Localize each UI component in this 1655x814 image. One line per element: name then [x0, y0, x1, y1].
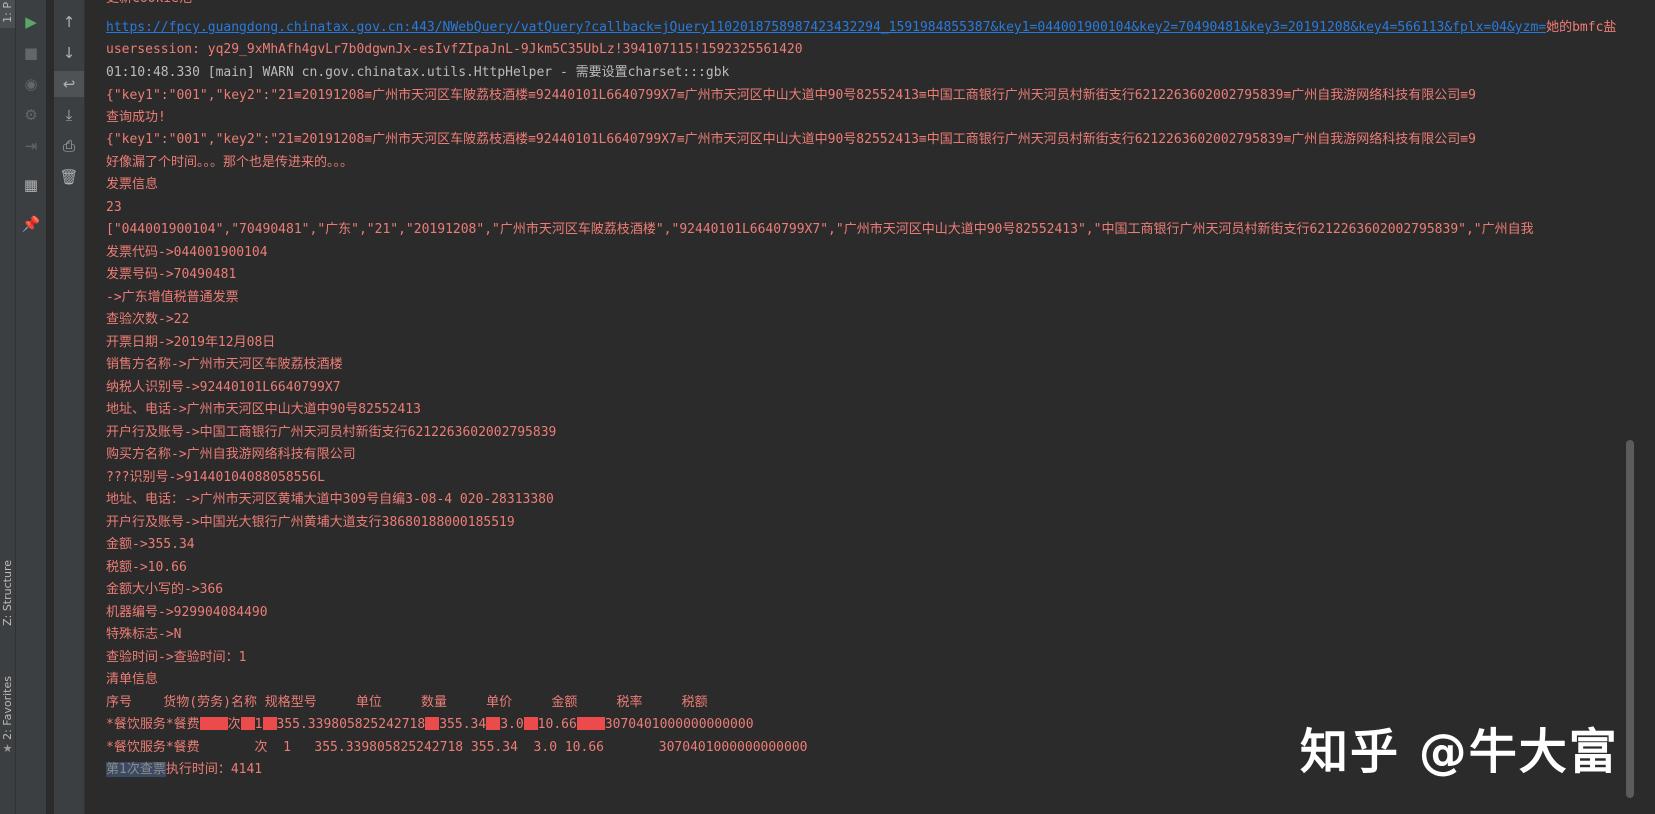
vertical-scrollbar[interactable] — [1623, 0, 1637, 814]
url-text[interactable]: https://fpcy.guangdong.chinatax.gov.cn:4… — [106, 20, 1546, 35]
project-tab-label: 1: P — [1, 2, 14, 23]
soft-wrap-icon[interactable]: ↩ — [54, 71, 84, 97]
item-unit-price: 355.339805825242718 — [276, 717, 426, 732]
exec-time-text: 执行时间：4141 — [165, 762, 263, 777]
console-line: 发票代码->044001900104 — [106, 245, 268, 260]
console-line: ->广东增值税普通发票 — [106, 290, 239, 305]
console-line: 清单信息 — [106, 672, 159, 687]
down-arrow-icon[interactable]: ↓ — [54, 40, 84, 66]
separator-mark — [523, 717, 538, 730]
item-quantity: 1 — [254, 717, 263, 732]
stop-button[interactable]: ■ — [16, 40, 46, 66]
console-line: {"key1":"001","key2":"21≡20191208≡广州市天河区… — [106, 132, 1476, 147]
item-amount: 355.34 — [439, 717, 487, 732]
scrollbar-thumb[interactable] — [1626, 440, 1634, 798]
console-line: 销售方名称->广州市天河区车陂荔枝酒楼 — [106, 357, 343, 372]
separator-mark — [240, 717, 255, 730]
separator-mark — [199, 717, 214, 730]
separator-mark — [486, 717, 501, 730]
console-line-separated: *餐饮服务*餐费 次 1 355.339805825242718 355.34 3.0 10… — [106, 714, 754, 736]
console-line-warn: 01:10:48.330 [main] WARN cn.gov.chinatax… — [106, 65, 730, 80]
run-toolbar: ▶ ■ ◉ ⚙ ⇥ ▦ 📌 — [16, 0, 46, 814]
separator-mark — [576, 717, 591, 730]
separator-mark — [262, 717, 277, 730]
console-line: 地址、电话：->广州市天河区黄埔大道中309号自编3-08-4 020-2831… — [106, 492, 554, 507]
console-line: 金额大小写的->366 — [106, 582, 224, 597]
console-line: ["044001900104","70490481","广东","21","20… — [106, 222, 1534, 237]
console-line: 查询成功! — [106, 110, 166, 125]
console-table-header: 序号 货物(劳务)名称 规格型号 单位 数量 单价 金额 税率 税额 — [106, 695, 708, 710]
console-line: {"key1":"001","key2":"21≡20191208≡广州市天河区… — [106, 88, 1476, 103]
scroll-to-end-icon[interactable]: ⤓ — [54, 102, 84, 128]
item-code: 3070401000000000000 — [604, 717, 754, 732]
favorites-star-icon: ★ — [2, 742, 13, 755]
console-line: 发票号码->70490481 — [106, 267, 237, 282]
up-arrow-icon[interactable]: ↑ — [54, 9, 84, 35]
console-line: 特殊标志->N — [106, 627, 182, 642]
watermark: 知乎 @牛大富 — [1300, 724, 1619, 780]
console-line: 机器编号->929904084490 — [106, 605, 268, 620]
console-line: usersession: yq29_9xMhAfh4gvLr7b0dgwnJx-… — [106, 42, 803, 57]
favorites-tab[interactable]: 2: Favorites — [1, 676, 14, 740]
item-tax-rate: 3.0 — [500, 717, 524, 732]
console-line: 开票日期->2019年12月08日 — [106, 335, 276, 350]
item-name: *餐饮服务*餐费 — [106, 717, 200, 732]
console-line: ???识别号->91440104088058556L — [106, 470, 326, 485]
separator-mark — [213, 717, 228, 730]
selected-text: 第1次查票 — [106, 762, 166, 777]
console-output[interactable]: 更新Cookie池 https://fpcy.guangdong.chinata… — [86, 0, 1637, 814]
separator-mark — [590, 717, 605, 730]
debug-icon[interactable]: ⚙ — [16, 102, 46, 128]
console-line: 第1次查票执行时间：4141 — [106, 759, 262, 781]
console-line: 开户行及账号->中国光大银行广州黄埔大道支行38680188000185519 — [106, 515, 515, 530]
console-line: 税额->10.66 — [106, 560, 187, 575]
console-line: 查验次数->22 — [106, 312, 190, 327]
exit-icon[interactable]: ⇥ — [16, 133, 46, 159]
tool-window-strip: 1: P Z: Structure 2: Favorites ★ — [0, 0, 16, 814]
structure-tab[interactable]: Z: Structure — [1, 560, 14, 626]
console-line: 购买方名称->广州自我游网络科技有限公司 — [106, 447, 356, 462]
console-line: 纳税人识别号->92440101L6640799X7 — [106, 380, 341, 395]
console-line: 地址、电话->广州市天河区中山大道中90号82552413 — [106, 402, 421, 417]
layout-icon[interactable]: ▦ — [16, 172, 46, 198]
console-line: *餐饮服务*餐费 次 1 355.339805825242718 355.34 … — [106, 740, 808, 755]
console-line: 23 — [106, 200, 122, 215]
print-icon[interactable]: ⎙ — [54, 133, 84, 159]
project-tab[interactable]: 1: P — [0, 0, 15, 28]
item-tax: 10.66 — [537, 717, 577, 732]
console-toolbar: ↑ ↓ ↩ ⤓ ⎙ 🗑 — [54, 0, 85, 814]
camera-icon[interactable]: ◉ — [16, 71, 46, 97]
console-line: 开户行及账号->中国工商银行广州天河员村新街支行6212263602002795… — [106, 425, 557, 440]
rerun-button[interactable]: ▶ — [16, 9, 46, 35]
console-line: 更新Cookie池 — [106, 0, 192, 10]
console-line: 发票信息 — [106, 177, 159, 192]
console-line: 好像漏了个时间。。。那个也是传进来的。。。 — [106, 155, 354, 170]
console-line: 金额->355.34 — [106, 537, 195, 552]
console-url-link[interactable]: https://fpcy.guangdong.chinatax.gov.cn:4… — [106, 17, 1616, 39]
item-unit: 次 — [227, 717, 241, 732]
url-tail-text: 她的bmfc盐 — [1546, 20, 1617, 35]
pin-icon[interactable]: 📌 — [16, 211, 46, 237]
separator-mark — [425, 717, 440, 730]
console-line: 查验时间->查验时间：1 — [106, 650, 247, 665]
trash-icon[interactable]: 🗑 — [54, 164, 84, 190]
